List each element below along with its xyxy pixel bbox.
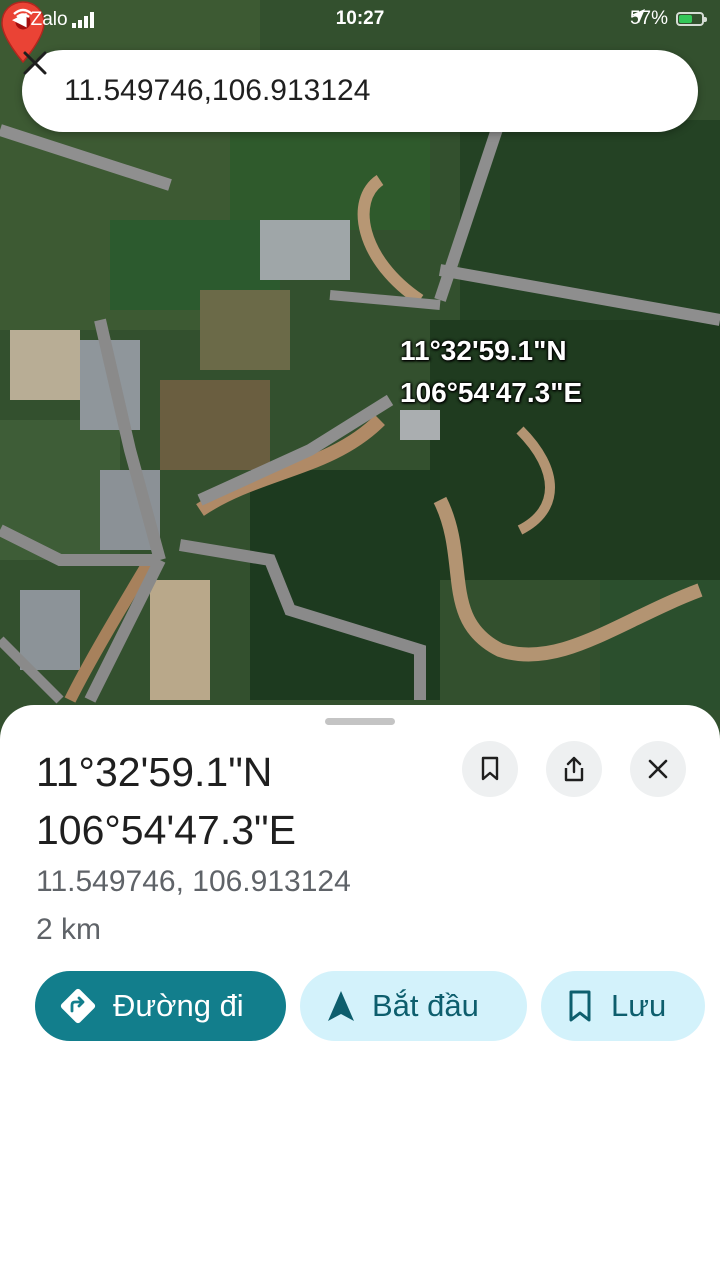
satellite-map[interactable]: ◀ Zalo 10:27 57% 11.549746,106.913124 11… [0, 0, 720, 760]
close-icon [23, 51, 47, 75]
action-chips: Đường đi Bắt đầu Lưu [35, 971, 705, 1041]
battery-icon [676, 12, 707, 26]
pin-label: 11°32'59.1"N 106°54'47.3"E [400, 330, 582, 414]
save-button[interactable]: Lưu [541, 971, 705, 1041]
pin-label-lat: 11°32'59.1"N [400, 335, 567, 366]
location-arrow-icon [630, 9, 645, 23]
sheet-action-buttons [462, 741, 686, 797]
share-button[interactable] [546, 741, 602, 797]
search-bar[interactable]: 11.549746,106.913124 [22, 50, 698, 132]
bookmark-icon [569, 990, 591, 1022]
place-sheet: 11°32'59.1"N 106°54'47.3"E 11.549746, 10… [0, 705, 720, 1280]
place-title: 11°32'59.1"N 106°54'47.3"E [36, 743, 296, 859]
save-label: Lưu [611, 988, 667, 1023]
battery-level [679, 15, 692, 23]
bookmark-icon [481, 756, 499, 781]
directions-button[interactable]: Đường đi [35, 971, 286, 1041]
place-title-lng: 106°54'47.3"E [36, 807, 296, 853]
clock: 10:27 [335, 8, 385, 29]
start-label: Bắt đầu [372, 988, 479, 1023]
navigation-arrow-icon [328, 991, 354, 1021]
sheet-drag-handle[interactable] [325, 718, 395, 725]
clear-search-button[interactable] [23, 51, 676, 111]
directions-icon [60, 988, 96, 1024]
search-input[interactable]: 11.549746,106.913124 [64, 74, 636, 108]
pin-label-lng: 106°54'47.3"E [400, 377, 583, 408]
close-icon [648, 759, 668, 779]
start-navigation-button[interactable]: Bắt đầu [300, 971, 527, 1041]
bookmark-button[interactable] [462, 741, 518, 797]
decimal-coordinates: 11.549746, 106.913124 [36, 865, 351, 898]
distance: 2 km [36, 913, 102, 946]
close-sheet-button[interactable] [630, 741, 686, 797]
share-icon [564, 756, 584, 782]
directions-label: Đường đi [113, 988, 244, 1023]
place-title-lat: 11°32'59.1"N [36, 749, 273, 795]
status-bar: ◀ Zalo 10:27 57% [0, 0, 720, 38]
